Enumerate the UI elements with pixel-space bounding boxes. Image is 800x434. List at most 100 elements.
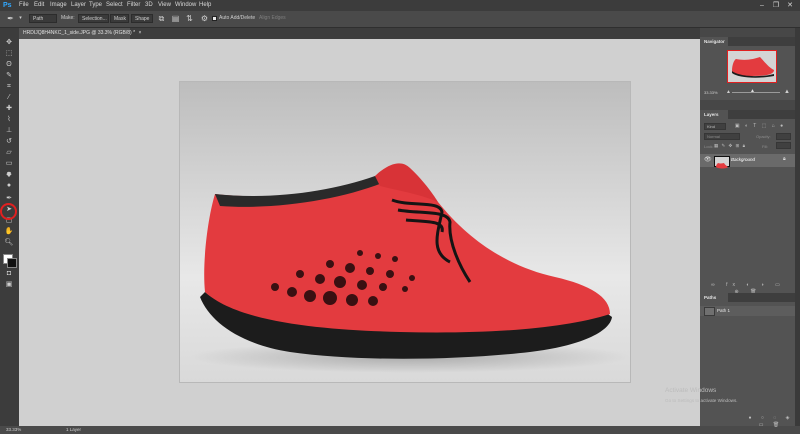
menu-view[interactable]: View	[158, 0, 171, 11]
marquee-icon[interactable]: ⬚	[3, 49, 15, 59]
layer-kind-filter[interactable]: Kind	[704, 123, 726, 130]
panels-column: Navigator 33.33% ▲ ▲ ▲ Layers Kind ▣ ◐ T…	[700, 28, 800, 429]
navigator-thumbnail[interactable]	[727, 50, 777, 83]
menu-type[interactable]: Type	[89, 0, 102, 11]
clone-stamp-icon[interactable]: ⊥	[3, 126, 15, 136]
blend-mode-select[interactable]: Normal	[704, 133, 740, 140]
path-operations-icon[interactable]: ⧉	[157, 14, 166, 23]
close-tab-icon[interactable]: ×	[138, 30, 141, 36]
canvas-area[interactable]	[19, 39, 700, 426]
eraser-icon[interactable]: ▱	[3, 148, 15, 158]
shape-button-label: Shape	[135, 16, 150, 22]
menu-select[interactable]: Select	[106, 0, 123, 11]
mask-button[interactable]: Mask	[110, 14, 129, 23]
menu-bar: Ps File Edit Image Layer Type Select Fil…	[0, 0, 800, 11]
path-name[interactable]: Path 1	[717, 308, 730, 313]
tab-paths[interactable]: Paths	[700, 293, 728, 302]
layer-thumbnail-shoe	[716, 163, 728, 169]
background-color-swatch[interactable]	[7, 258, 17, 268]
align-edges-label[interactable]: Align Edges	[259, 14, 286, 23]
opacity-label: Opacity:	[756, 134, 771, 139]
zoom-slider[interactable]	[732, 92, 780, 93]
red-shoe-image	[190, 163, 630, 373]
photoshop-logo: Ps	[3, 2, 12, 9]
menu-help[interactable]: Help	[199, 0, 211, 11]
lasso-icon[interactable]: ʘ	[3, 60, 15, 70]
paths-panel: Path 1 ● ○ ◌ ◈ ▭ 🗑︎	[700, 302, 795, 429]
mask-button-label: Mask	[114, 16, 126, 22]
fill-field[interactable]	[776, 142, 791, 149]
restore-icon[interactable]: ❐	[770, 0, 782, 11]
menu-edit[interactable]: Edit	[34, 0, 44, 11]
menu-file[interactable]: File	[19, 0, 29, 11]
path-arrangement-icon[interactable]: ⇅	[185, 14, 194, 23]
tab-navigator[interactable]: Navigator	[700, 37, 728, 46]
panel-dock-strip	[795, 28, 800, 426]
zoom-out-icon[interactable]: ▲	[726, 90, 731, 95]
path-alignment-icon[interactable]: ▤	[171, 14, 180, 23]
hand-icon[interactable]: ✋	[3, 227, 15, 237]
status-bar: 33.33% 1 Layer	[0, 426, 800, 434]
zoom-icon[interactable]: 🔍︎	[3, 238, 15, 248]
layer-row-background[interactable]: 👁︎ Background 🔒︎	[700, 154, 795, 169]
selection-button-label: Selection...	[82, 16, 107, 22]
quick-select-icon[interactable]: ✎	[3, 71, 15, 81]
path-row[interactable]: Path 1	[700, 306, 795, 316]
document-info: 1 Layer	[66, 427, 82, 432]
auto-add-delete-checkbox[interactable]	[212, 16, 217, 21]
pen-tool-highlight-circle	[0, 203, 17, 220]
type-icon[interactable]: T	[3, 171, 15, 181]
options-bar: ✒ ▾ Path Make: Selection... Mask Shape ⧉…	[0, 11, 800, 28]
chevron-down-icon[interactable]: ▾	[16, 14, 25, 23]
dodge-icon[interactable]: ●	[3, 181, 15, 191]
tab-layers[interactable]: Layers	[700, 110, 728, 119]
settings-gear-icon[interactable]: ⚙	[200, 14, 209, 23]
layers-panel: Kind ▣ ◐ T ⬚ ⌂ ● Normal Opacity: Lock: ▦…	[700, 119, 795, 295]
fill-label: Fill:	[762, 144, 769, 149]
history-brush-icon[interactable]: ↺	[3, 137, 15, 147]
zoom-in-icon[interactable]: ▲	[784, 89, 790, 95]
gradient-icon[interactable]: ▭	[3, 159, 15, 169]
path-thumbnail	[704, 307, 715, 316]
layer-thumbnail	[714, 156, 730, 169]
crop-icon[interactable]: ⌗	[3, 82, 15, 92]
activate-windows-title: Activate Windows	[665, 387, 717, 394]
document-canvas[interactable]	[180, 82, 630, 382]
blend-mode-value: Normal	[707, 134, 720, 139]
opacity-field[interactable]	[776, 133, 791, 140]
path-actions-icons[interactable]: ● ○ ◌ ◈ ▭ 🗑︎	[748, 415, 794, 429]
document-tab[interactable]: HRDIJQ8H4NKC_1_side.JPG @ 33.3% (RGB/8) …	[19, 28, 141, 39]
document-tab-bar: HRDIJQ8H4NKC_1_side.JPG @ 33.3% (RGB/8) …	[19, 28, 700, 39]
zoom-slider-handle[interactable]: ▲	[750, 89, 755, 94]
healing-icon[interactable]: ✚	[3, 104, 15, 114]
zoom-level[interactable]: 33.33%	[6, 426, 21, 434]
pen-tool-preset-icon[interactable]: ✒	[6, 14, 15, 23]
lock-icons[interactable]: ▦ ✎ ✥ ⊞ 🔒︎	[714, 142, 746, 149]
brush-icon[interactable]: ⌇	[3, 115, 15, 125]
navigator-panel: 33.33% ▲ ▲ ▲	[700, 46, 795, 100]
layer-kind-value: Kind	[707, 124, 716, 129]
mode-select[interactable]: Path	[29, 14, 57, 23]
move-icon[interactable]: ✥	[3, 38, 15, 48]
menu-3d[interactable]: 3D	[145, 0, 153, 11]
menu-image[interactable]: Image	[50, 0, 67, 11]
make-label: Make:	[61, 15, 75, 21]
menu-window[interactable]: Window	[175, 0, 196, 11]
auto-add-delete-label: Auto Add/Delete	[219, 15, 256, 21]
tools-panel: ✥ ⬚ ʘ ✎ ⌗ ⁄ ✚ ⌇ ⊥ ↺ ▱ ▭ ◆ ● ✒ T ➤ ▢ ✋ 🔍︎…	[0, 28, 20, 426]
minimize-icon[interactable]: –	[756, 0, 768, 11]
document-tab-title: HRDIJQ8H4NKC_1_side.JPG @ 33.3% (RGB/8) …	[23, 30, 136, 36]
quick-mask-icon[interactable]: ◘	[3, 269, 15, 279]
selection-button[interactable]: Selection...	[78, 14, 109, 23]
shape-button[interactable]: Shape	[131, 14, 153, 23]
layer-name[interactable]: Background	[731, 157, 755, 162]
eyedropper-icon[interactable]: ⁄	[3, 93, 15, 103]
shoe-thumbnail	[732, 57, 774, 78]
navigator-zoom[interactable]: 33.33%	[704, 90, 718, 95]
layer-filter-icons[interactable]: ▣ ◐ T ⬚ ⌂ ●	[730, 123, 790, 130]
eye-icon[interactable]: 👁︎	[704, 156, 712, 163]
menu-filter[interactable]: Filter	[127, 0, 140, 11]
close-icon[interactable]: ✕	[784, 0, 796, 11]
screen-mode-icon[interactable]: ▣	[3, 280, 15, 290]
menu-layer[interactable]: Layer	[71, 0, 86, 11]
